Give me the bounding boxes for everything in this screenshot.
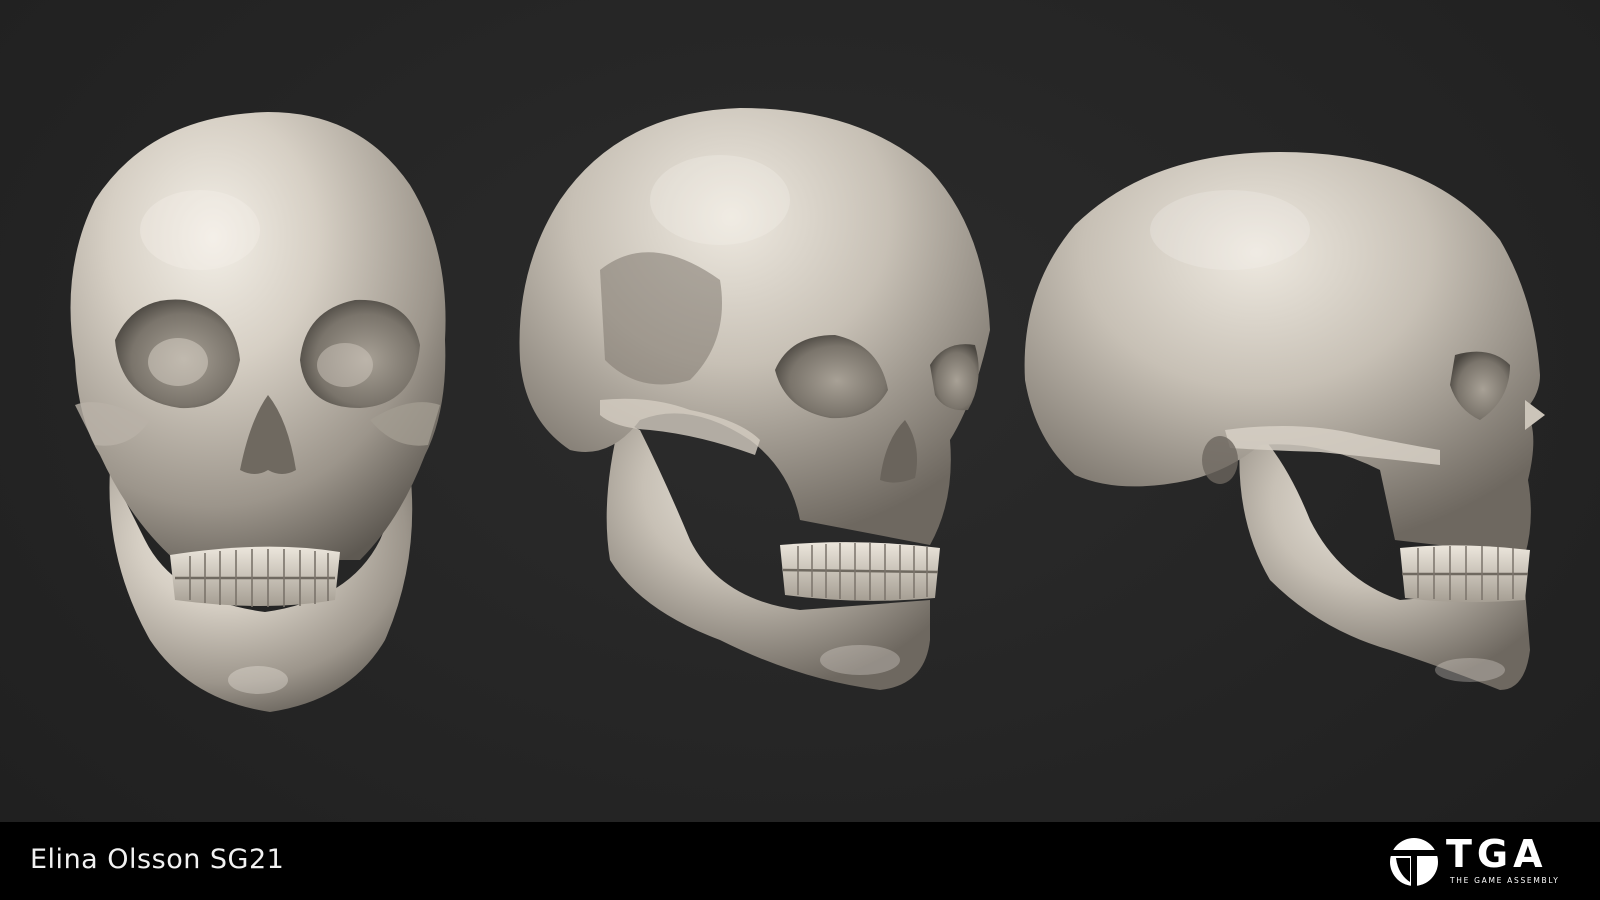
portfolio-render: Elina Olsson SG21 TGA THE GAME ASSEMBLY	[0, 0, 1600, 900]
skull-side-view	[1024, 152, 1545, 690]
three-quarter-teeth	[780, 542, 940, 601]
tga-wordmark: TGA	[1446, 832, 1548, 876]
tga-emblem-icon	[1390, 838, 1438, 886]
side-teeth	[1400, 545, 1530, 603]
skull-three-quarter-view	[519, 108, 990, 690]
skull-renders	[70, 108, 1545, 712]
skull-front-view	[70, 112, 446, 712]
footer-bar: Elina Olsson SG21 TGA THE GAME ASSEMBLY	[0, 822, 1600, 900]
front-teeth	[170, 546, 340, 607]
artist-credit: Elina Olsson SG21	[30, 844, 285, 875]
tga-tagline: THE GAME ASSEMBLY	[1450, 876, 1560, 885]
tga-logo: TGA THE GAME ASSEMBLY	[1388, 832, 1573, 892]
render-viewport	[0, 0, 1600, 822]
